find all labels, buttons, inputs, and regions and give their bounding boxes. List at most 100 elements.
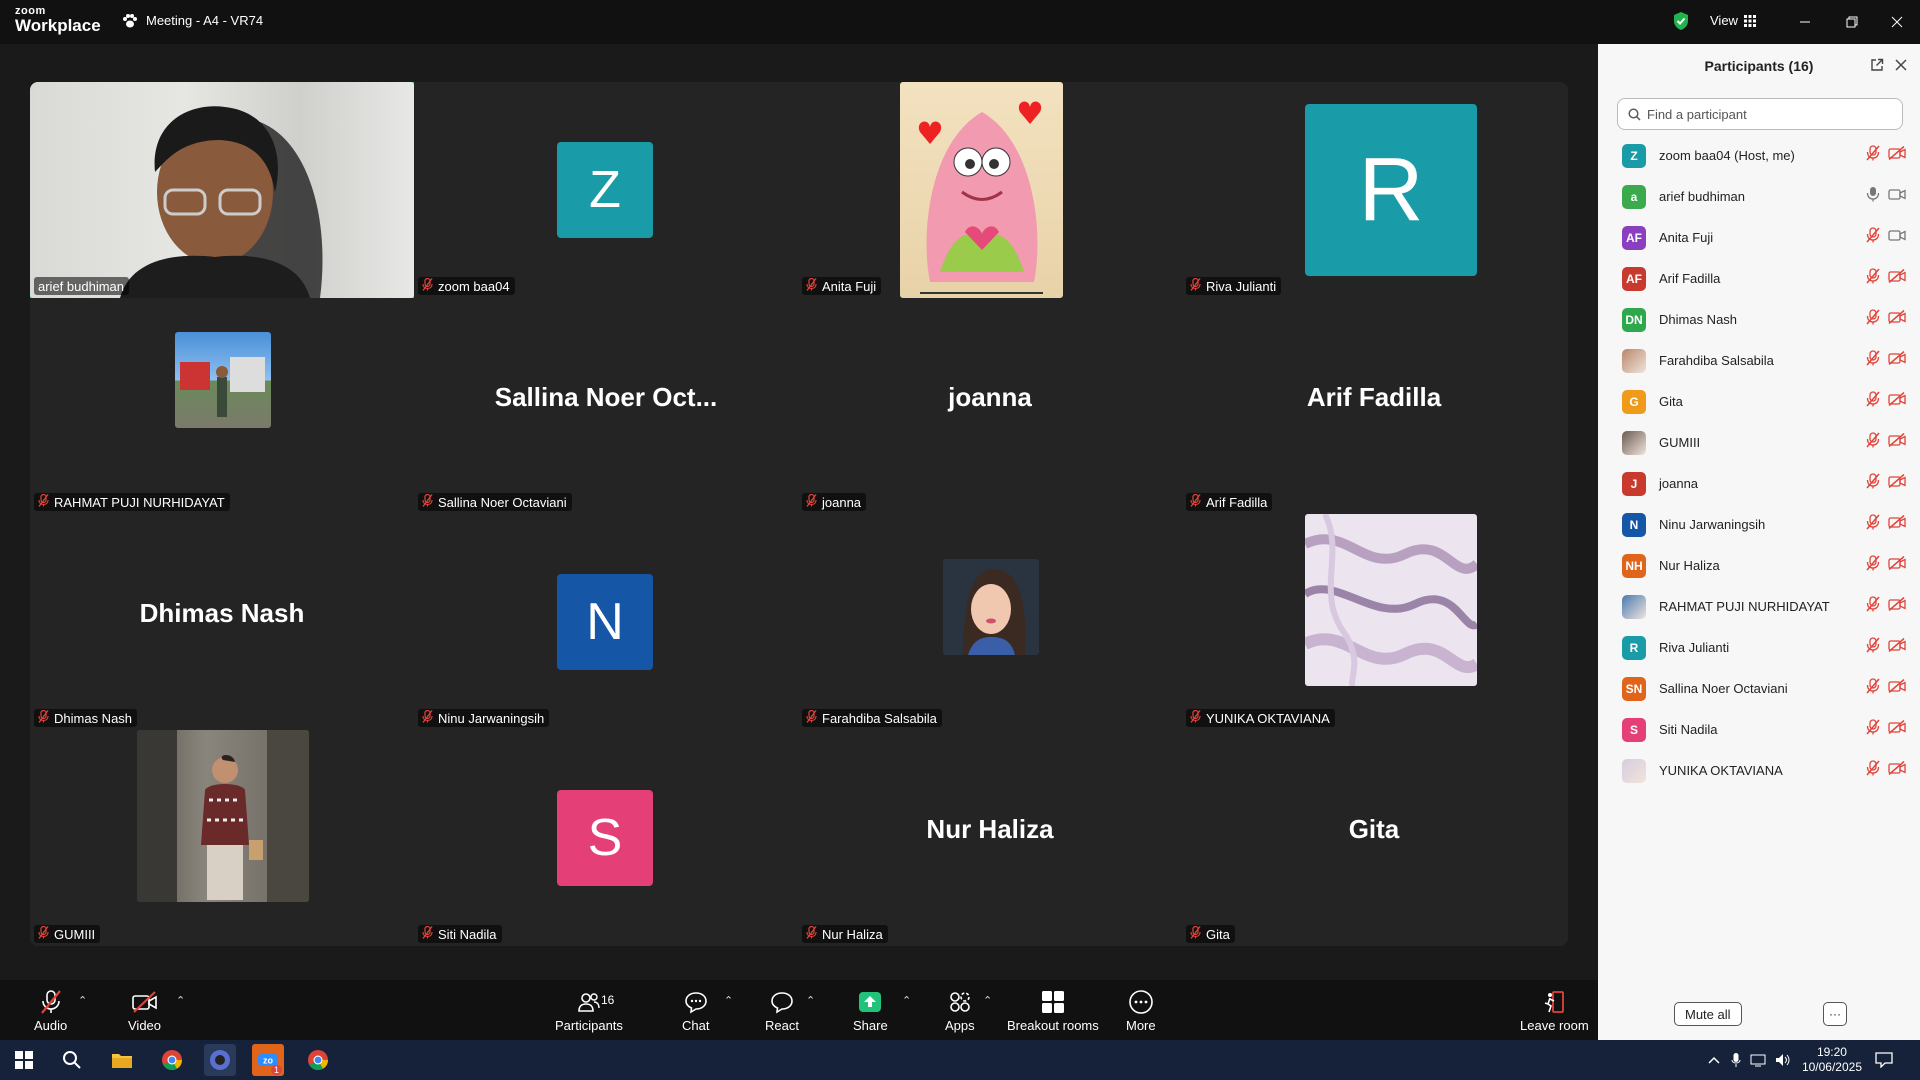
- participant-row[interactable]: AF Anita Fuji: [1598, 217, 1920, 258]
- mic-muted-icon[interactable]: [1866, 145, 1880, 166]
- pop-out-icon[interactable]: [1870, 58, 1884, 77]
- video-off-icon[interactable]: [1888, 760, 1906, 780]
- participant-row[interactable]: Farahdiba Salsabila: [1598, 340, 1920, 381]
- participant-row[interactable]: SN Sallina Noer Octaviani: [1598, 668, 1920, 709]
- panel-more-button[interactable]: ···: [1823, 1002, 1847, 1026]
- mic-icon[interactable]: [1866, 186, 1880, 207]
- mic-muted-icon[interactable]: [1866, 678, 1880, 699]
- mic-muted-icon[interactable]: [1866, 637, 1880, 658]
- taskbar-clock[interactable]: 19:20 10/06/2025: [1802, 1045, 1862, 1075]
- video-tile[interactable]: YUNIKA OKTAVIANA: [1182, 514, 1566, 730]
- video-off-icon[interactable]: [1888, 309, 1906, 329]
- video-off-icon[interactable]: [1888, 596, 1906, 616]
- participant-row[interactable]: RAHMAT PUJI NURHIDAYAT: [1598, 586, 1920, 627]
- video-tile[interactable]: Sallina Noer Oct... Sallina Noer Octavian…: [414, 298, 798, 514]
- apps-options-caret[interactable]: ⌃: [983, 994, 992, 1007]
- breakout-rooms-button[interactable]: Breakout rooms: [1007, 988, 1099, 1033]
- video-tile[interactable]: joanna joanna: [798, 298, 1182, 514]
- mic-muted-icon[interactable]: [1866, 309, 1880, 330]
- video-off-icon[interactable]: [1888, 268, 1906, 288]
- chat-options-caret[interactable]: ⌃: [724, 994, 733, 1007]
- video-off-icon[interactable]: [1888, 350, 1906, 370]
- audio-options-caret[interactable]: ⌃: [78, 994, 87, 1007]
- video-icon[interactable]: [1888, 228, 1906, 247]
- participant-row[interactable]: a arief budhiman: [1598, 176, 1920, 217]
- encryption-shield-icon[interactable]: [1672, 11, 1690, 36]
- participant-row[interactable]: R Riva Julianti: [1598, 627, 1920, 668]
- mic-muted-icon[interactable]: [1866, 514, 1880, 535]
- video-tile[interactable]: N Ninu Jarwaningsih: [414, 514, 798, 730]
- participant-search[interactable]: [1617, 98, 1903, 130]
- participant-row[interactable]: G Gita: [1598, 381, 1920, 422]
- video-tile[interactable]: GUMIII: [30, 730, 414, 946]
- mic-muted-icon[interactable]: [1866, 268, 1880, 289]
- video-tile[interactable]: R Riva Julianti: [1182, 82, 1566, 298]
- mic-muted-icon[interactable]: [1866, 719, 1880, 740]
- video-off-icon[interactable]: [1888, 637, 1906, 657]
- participant-row[interactable]: NH Nur Haliza: [1598, 545, 1920, 586]
- video-tile[interactable]: arief budhiman: [30, 82, 414, 298]
- video-options-caret[interactable]: ⌃: [176, 994, 185, 1007]
- share-button[interactable]: Share: [853, 988, 888, 1033]
- participant-row[interactable]: Jjoanna: [1598, 463, 1920, 504]
- notifications-icon[interactable]: [1868, 1044, 1900, 1076]
- video-off-icon[interactable]: [1888, 432, 1906, 452]
- video-off-icon[interactable]: [1888, 391, 1906, 411]
- video-off-icon[interactable]: [1888, 473, 1906, 493]
- apps-button[interactable]: Apps: [945, 988, 975, 1033]
- participant-row[interactable]: Zzoom baa04 (Host, me): [1598, 135, 1920, 176]
- zoom-taskbar-icon[interactable]: zo 1: [252, 1044, 284, 1076]
- tray-volume-icon[interactable]: [1767, 1044, 1799, 1076]
- video-tile[interactable]: Zzoom baa04: [414, 82, 798, 298]
- video-tile[interactable]: Nur Haliza Nur Haliza: [798, 730, 1182, 946]
- participant-row[interactable]: N Ninu Jarwaningsih: [1598, 504, 1920, 545]
- mic-muted-icon[interactable]: [1866, 391, 1880, 412]
- mic-muted-icon[interactable]: [1866, 350, 1880, 371]
- video-tile[interactable]: Arif Fadilla Arif Fadilla: [1182, 298, 1566, 514]
- taskbar-search-icon[interactable]: [56, 1044, 88, 1076]
- participant-row[interactable]: S Siti Nadila: [1598, 709, 1920, 750]
- mic-muted-icon[interactable]: [1866, 596, 1880, 617]
- video-off-icon[interactable]: [1888, 145, 1906, 165]
- participant-row[interactable]: DN Dhimas Nash: [1598, 299, 1920, 340]
- chrome-profile-icon[interactable]: [302, 1044, 334, 1076]
- chrome-icon[interactable]: [156, 1044, 188, 1076]
- obs-app-icon[interactable]: [204, 1044, 236, 1076]
- mic-muted-icon[interactable]: [1866, 227, 1880, 248]
- video-tile[interactable]: RAHMAT PUJI NURHIDAYAT: [30, 298, 414, 514]
- video-button[interactable]: Video: [128, 988, 161, 1033]
- video-off-icon[interactable]: [1888, 555, 1906, 575]
- video-tile[interactable]: Dhimas Nash Dhimas Nash: [30, 514, 414, 730]
- audio-button[interactable]: Audio: [34, 988, 67, 1033]
- participant-row[interactable]: YUNIKA OKTAVIANA: [1598, 750, 1920, 791]
- mic-muted-icon[interactable]: [1866, 555, 1880, 576]
- react-options-caret[interactable]: ⌃: [806, 994, 815, 1007]
- mic-muted-icon[interactable]: [1866, 760, 1880, 781]
- video-off-icon[interactable]: [1888, 678, 1906, 698]
- restore-button[interactable]: [1840, 10, 1864, 34]
- more-button[interactable]: More: [1126, 988, 1156, 1033]
- video-off-icon[interactable]: [1888, 719, 1906, 739]
- video-tile[interactable]: S Siti Nadila: [414, 730, 798, 946]
- leave-room-button[interactable]: Leave room: [1520, 988, 1589, 1033]
- search-input[interactable]: [1647, 106, 1887, 122]
- mute-all-button[interactable]: Mute all: [1674, 1002, 1742, 1026]
- video-off-icon[interactable]: [1888, 514, 1906, 534]
- close-panel-icon[interactable]: [1894, 58, 1908, 77]
- minimize-button[interactable]: [1793, 10, 1817, 34]
- participant-row[interactable]: GUMIII: [1598, 422, 1920, 463]
- file-explorer-icon[interactable]: [106, 1044, 138, 1076]
- view-button[interactable]: View: [1710, 13, 1756, 28]
- video-icon[interactable]: [1888, 187, 1906, 206]
- meeting-info[interactable]: Meeting - A4 - VR74: [122, 13, 263, 28]
- react-button[interactable]: React: [765, 988, 799, 1033]
- share-options-caret[interactable]: ⌃: [902, 994, 911, 1007]
- participant-row[interactable]: AF Arif Fadilla: [1598, 258, 1920, 299]
- windows-start-icon[interactable]: [8, 1044, 40, 1076]
- close-window-button[interactable]: [1885, 10, 1909, 34]
- mic-muted-icon[interactable]: [1866, 473, 1880, 494]
- mic-muted-icon[interactable]: [1866, 432, 1880, 453]
- video-tile[interactable]: Gita Gita: [1182, 730, 1566, 946]
- video-tile[interactable]: Anita Fuji: [798, 82, 1182, 298]
- video-tile[interactable]: Farahdiba Salsabila: [798, 514, 1182, 730]
